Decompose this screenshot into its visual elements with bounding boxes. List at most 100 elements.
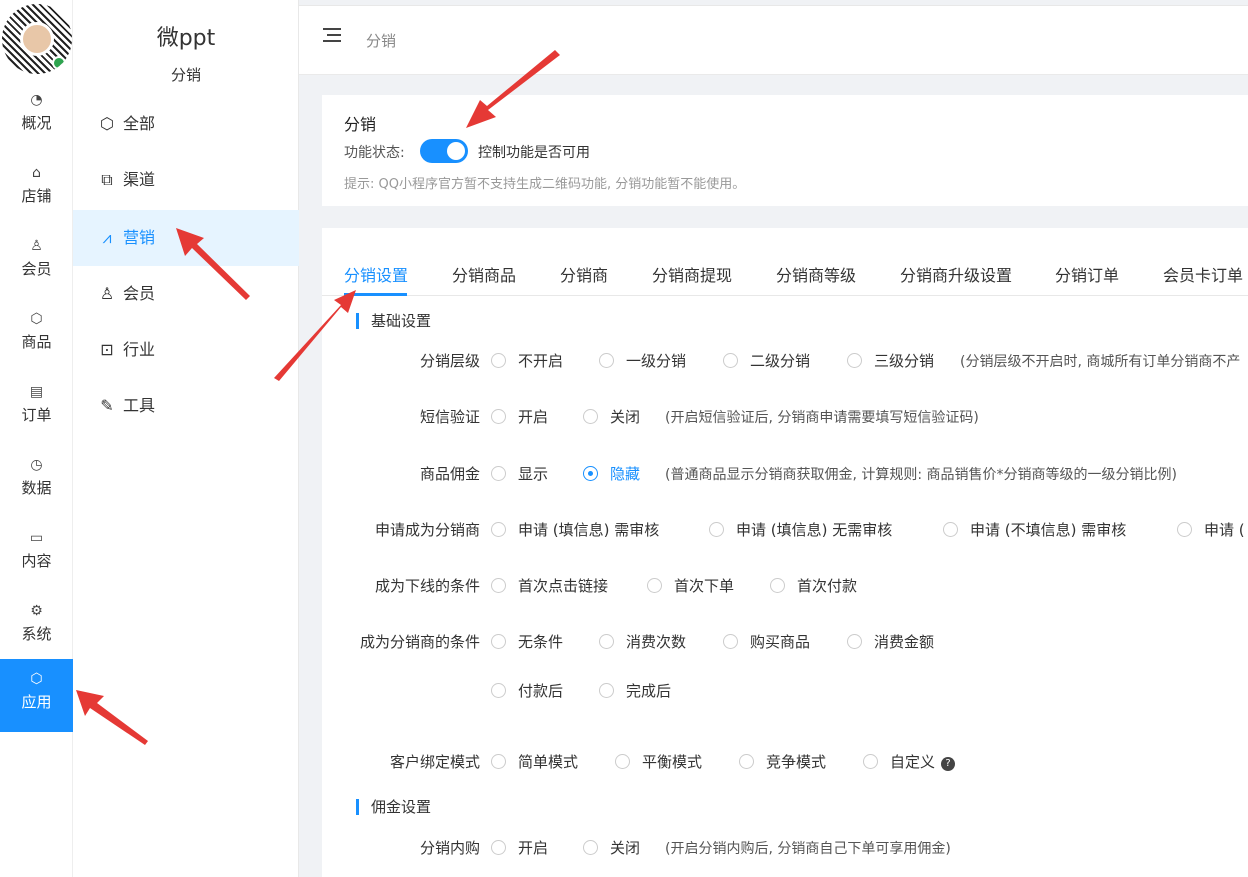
binding-option-balanced[interactable]: 平衡模式	[615, 751, 702, 772]
clipboard-icon: ▤	[29, 384, 44, 400]
apply-option-info-review[interactable]: 申请 (填信息) 需审核	[491, 519, 659, 540]
sidebar-item-label: 行业	[123, 340, 156, 359]
option-label: 开启	[518, 839, 549, 857]
tip-text: 提示: QQ小程序官方暂不支持生成二维码功能, 分销功能暂不能使用。	[344, 177, 746, 192]
top-header: 分销	[299, 5, 1248, 75]
rail-item-label: 系统	[21, 625, 52, 643]
rail-item-store[interactable]: ⌂ 店铺	[0, 153, 73, 226]
tab-membership-card-orders[interactable]: 会员卡订单	[1163, 262, 1243, 286]
help-icon[interactable]: ?	[941, 757, 956, 771]
pie-chart-icon: ◷	[30, 457, 43, 473]
toggle-knob	[447, 142, 465, 160]
binding-label: 客户绑定模式	[389, 753, 480, 771]
level-option-off[interactable]: 不开启	[491, 350, 563, 371]
level-label: 分销层级	[419, 352, 480, 370]
tab-distribution-products[interactable]: 分销商品	[452, 262, 516, 286]
commission-hint: (普通商品显示分销商获取佣金, 计算规则: 商品销售价*分销商等级的一级分销比例…	[665, 467, 1177, 483]
menu-fold-icon[interactable]	[323, 28, 343, 44]
apply-option-noinfo-noreview[interactable]: 申请 (	[1177, 519, 1245, 540]
option-label: 无条件	[518, 633, 564, 651]
option-label: 不开启	[518, 352, 564, 370]
level-option-three[interactable]: 三级分销	[847, 350, 934, 371]
feature-toggle[interactable]	[420, 139, 468, 163]
self-buy-option-off[interactable]: 关闭	[583, 837, 640, 858]
option-label: 申请 (填信息) 需审核	[518, 521, 660, 539]
level-option-one[interactable]: 一级分销	[599, 350, 686, 371]
icon-rail: ◔ 概况 ⌂ 店铺 ♙ 会员 ⬡ 商品 ▤ 订单 ◷ 数据 ▭ 内容 ⚙ 系统 …	[0, 0, 73, 877]
radio-icon	[847, 353, 862, 368]
downline-option-pay[interactable]: 首次付款	[770, 575, 857, 596]
tab-withdrawals[interactable]: 分销商提现	[652, 262, 732, 286]
tab-distributors[interactable]: 分销商	[560, 262, 608, 286]
rail-item-orders[interactable]: ▤ 订单	[0, 372, 73, 445]
radio-icon	[1177, 522, 1192, 537]
sidebar-item-members[interactable]: ♙ 会员	[73, 266, 299, 322]
commission-option-hide[interactable]: 隐藏	[583, 463, 640, 484]
line-chart-icon: ⩘	[102, 228, 112, 247]
become-option-after-pay[interactable]: 付款后	[491, 680, 563, 701]
option-label: 三级分销	[874, 352, 935, 370]
sidebar-item-all[interactable]: ⬡ 全部	[73, 96, 299, 152]
rail-item-overview[interactable]: ◔ 概况	[0, 80, 73, 153]
binding-option-competitive[interactable]: 竞争模式	[739, 751, 826, 772]
level-option-two[interactable]: 二级分销	[723, 350, 810, 371]
tab-bar: 分销设置 分销商品 分销商 分销商提现 分销商等级 分销商升级设置 分销订单 会…	[322, 228, 1248, 296]
sidebar-item-label: 全部	[123, 114, 156, 133]
active-tab-indicator	[344, 293, 407, 296]
rail-item-products[interactable]: ⬡ 商品	[0, 299, 73, 372]
become-option-after-complete[interactable]: 完成后	[599, 680, 671, 701]
sidebar-item-channels[interactable]: ⧉ 渠道	[73, 152, 299, 208]
apply-option-noinfo-review[interactable]: 申请 (不填信息) 需审核	[943, 519, 1126, 540]
radio-icon	[491, 522, 506, 537]
downline-option-click[interactable]: 首次点击链接	[491, 575, 608, 596]
rail-item-members[interactable]: ♙ 会员	[0, 226, 73, 299]
option-label: 消费次数	[626, 633, 687, 651]
self-buy-hint: (开启分销内购后, 分销商自己下单可享用佣金)	[665, 841, 951, 857]
briefcase-icon: ⊡	[100, 340, 114, 359]
cube-icon: ⬡	[30, 671, 43, 687]
sms-option-on[interactable]: 开启	[491, 406, 548, 427]
radio-icon	[599, 683, 614, 698]
sidebar-item-tools[interactable]: ✎ 工具	[73, 378, 299, 434]
sms-option-off[interactable]: 关闭	[583, 406, 640, 427]
commission-option-show[interactable]: 显示	[491, 463, 548, 484]
feature-status-card: 分销 功能状态: 控制功能是否可用 提示: QQ小程序官方暂不支持生成二维码功能…	[322, 95, 1248, 206]
tab-distribution-settings[interactable]: 分销设置	[344, 262, 408, 286]
rail-item-label: 内容	[21, 552, 52, 570]
rail-item-data[interactable]: ◷ 数据	[0, 445, 73, 518]
become-option-product[interactable]: 购买商品	[723, 631, 810, 652]
avatar[interactable]	[2, 4, 72, 74]
rail-item-content[interactable]: ▭ 内容	[0, 518, 73, 591]
binding-option-custom[interactable]: 自定义?	[863, 751, 956, 772]
radio-icon	[723, 353, 738, 368]
option-label: 关闭	[610, 839, 641, 857]
rail-item-label: 应用	[21, 693, 52, 711]
sms-hint: (开启短信验证后, 分销商申请需要填写短信验证码)	[665, 410, 979, 426]
rail-item-apps[interactable]: ⬡ 应用	[0, 659, 73, 732]
sidebar-item-marketing[interactable]: ⩘ 营销	[73, 210, 299, 266]
become-option-amount[interactable]: 消费金额	[847, 631, 934, 652]
store-icon: ⌂	[32, 165, 41, 181]
become-option-none[interactable]: 无条件	[491, 631, 563, 652]
rail-item-label: 商品	[21, 333, 52, 351]
secondary-sidebar: 微ppt 分销 ⬡ 全部 ⧉ 渠道 ⩘ 营销 ♙ 会员 ⊡ 行业 ✎ 工具	[73, 0, 299, 877]
downline-option-order[interactable]: 首次下单	[647, 575, 734, 596]
folder-icon: ▭	[29, 530, 44, 546]
rail-item-system[interactable]: ⚙ 系统	[0, 591, 73, 664]
option-label: 平衡模式	[642, 753, 703, 771]
radio-checked-icon	[583, 466, 598, 481]
apply-label: 申请成为分销商	[374, 521, 480, 539]
self-buy-option-on[interactable]: 开启	[491, 837, 548, 858]
breadcrumb[interactable]: 分销	[366, 30, 396, 51]
rail-item-label: 概况	[21, 114, 52, 132]
tab-distributor-levels[interactable]: 分销商等级	[776, 262, 856, 286]
option-label: 竞争模式	[766, 753, 827, 771]
sidebar-item-industry[interactable]: ⊡ 行业	[73, 322, 299, 378]
radio-icon	[583, 840, 598, 855]
apply-option-info-noreview[interactable]: 申请 (填信息) 无需审核	[709, 519, 892, 540]
option-label: 简单模式	[518, 753, 579, 771]
tab-distribution-orders[interactable]: 分销订单	[1055, 262, 1119, 286]
become-option-times[interactable]: 消费次数	[599, 631, 686, 652]
binding-option-simple[interactable]: 简单模式	[491, 751, 578, 772]
tab-upgrade-settings[interactable]: 分销商升级设置	[900, 262, 1012, 286]
